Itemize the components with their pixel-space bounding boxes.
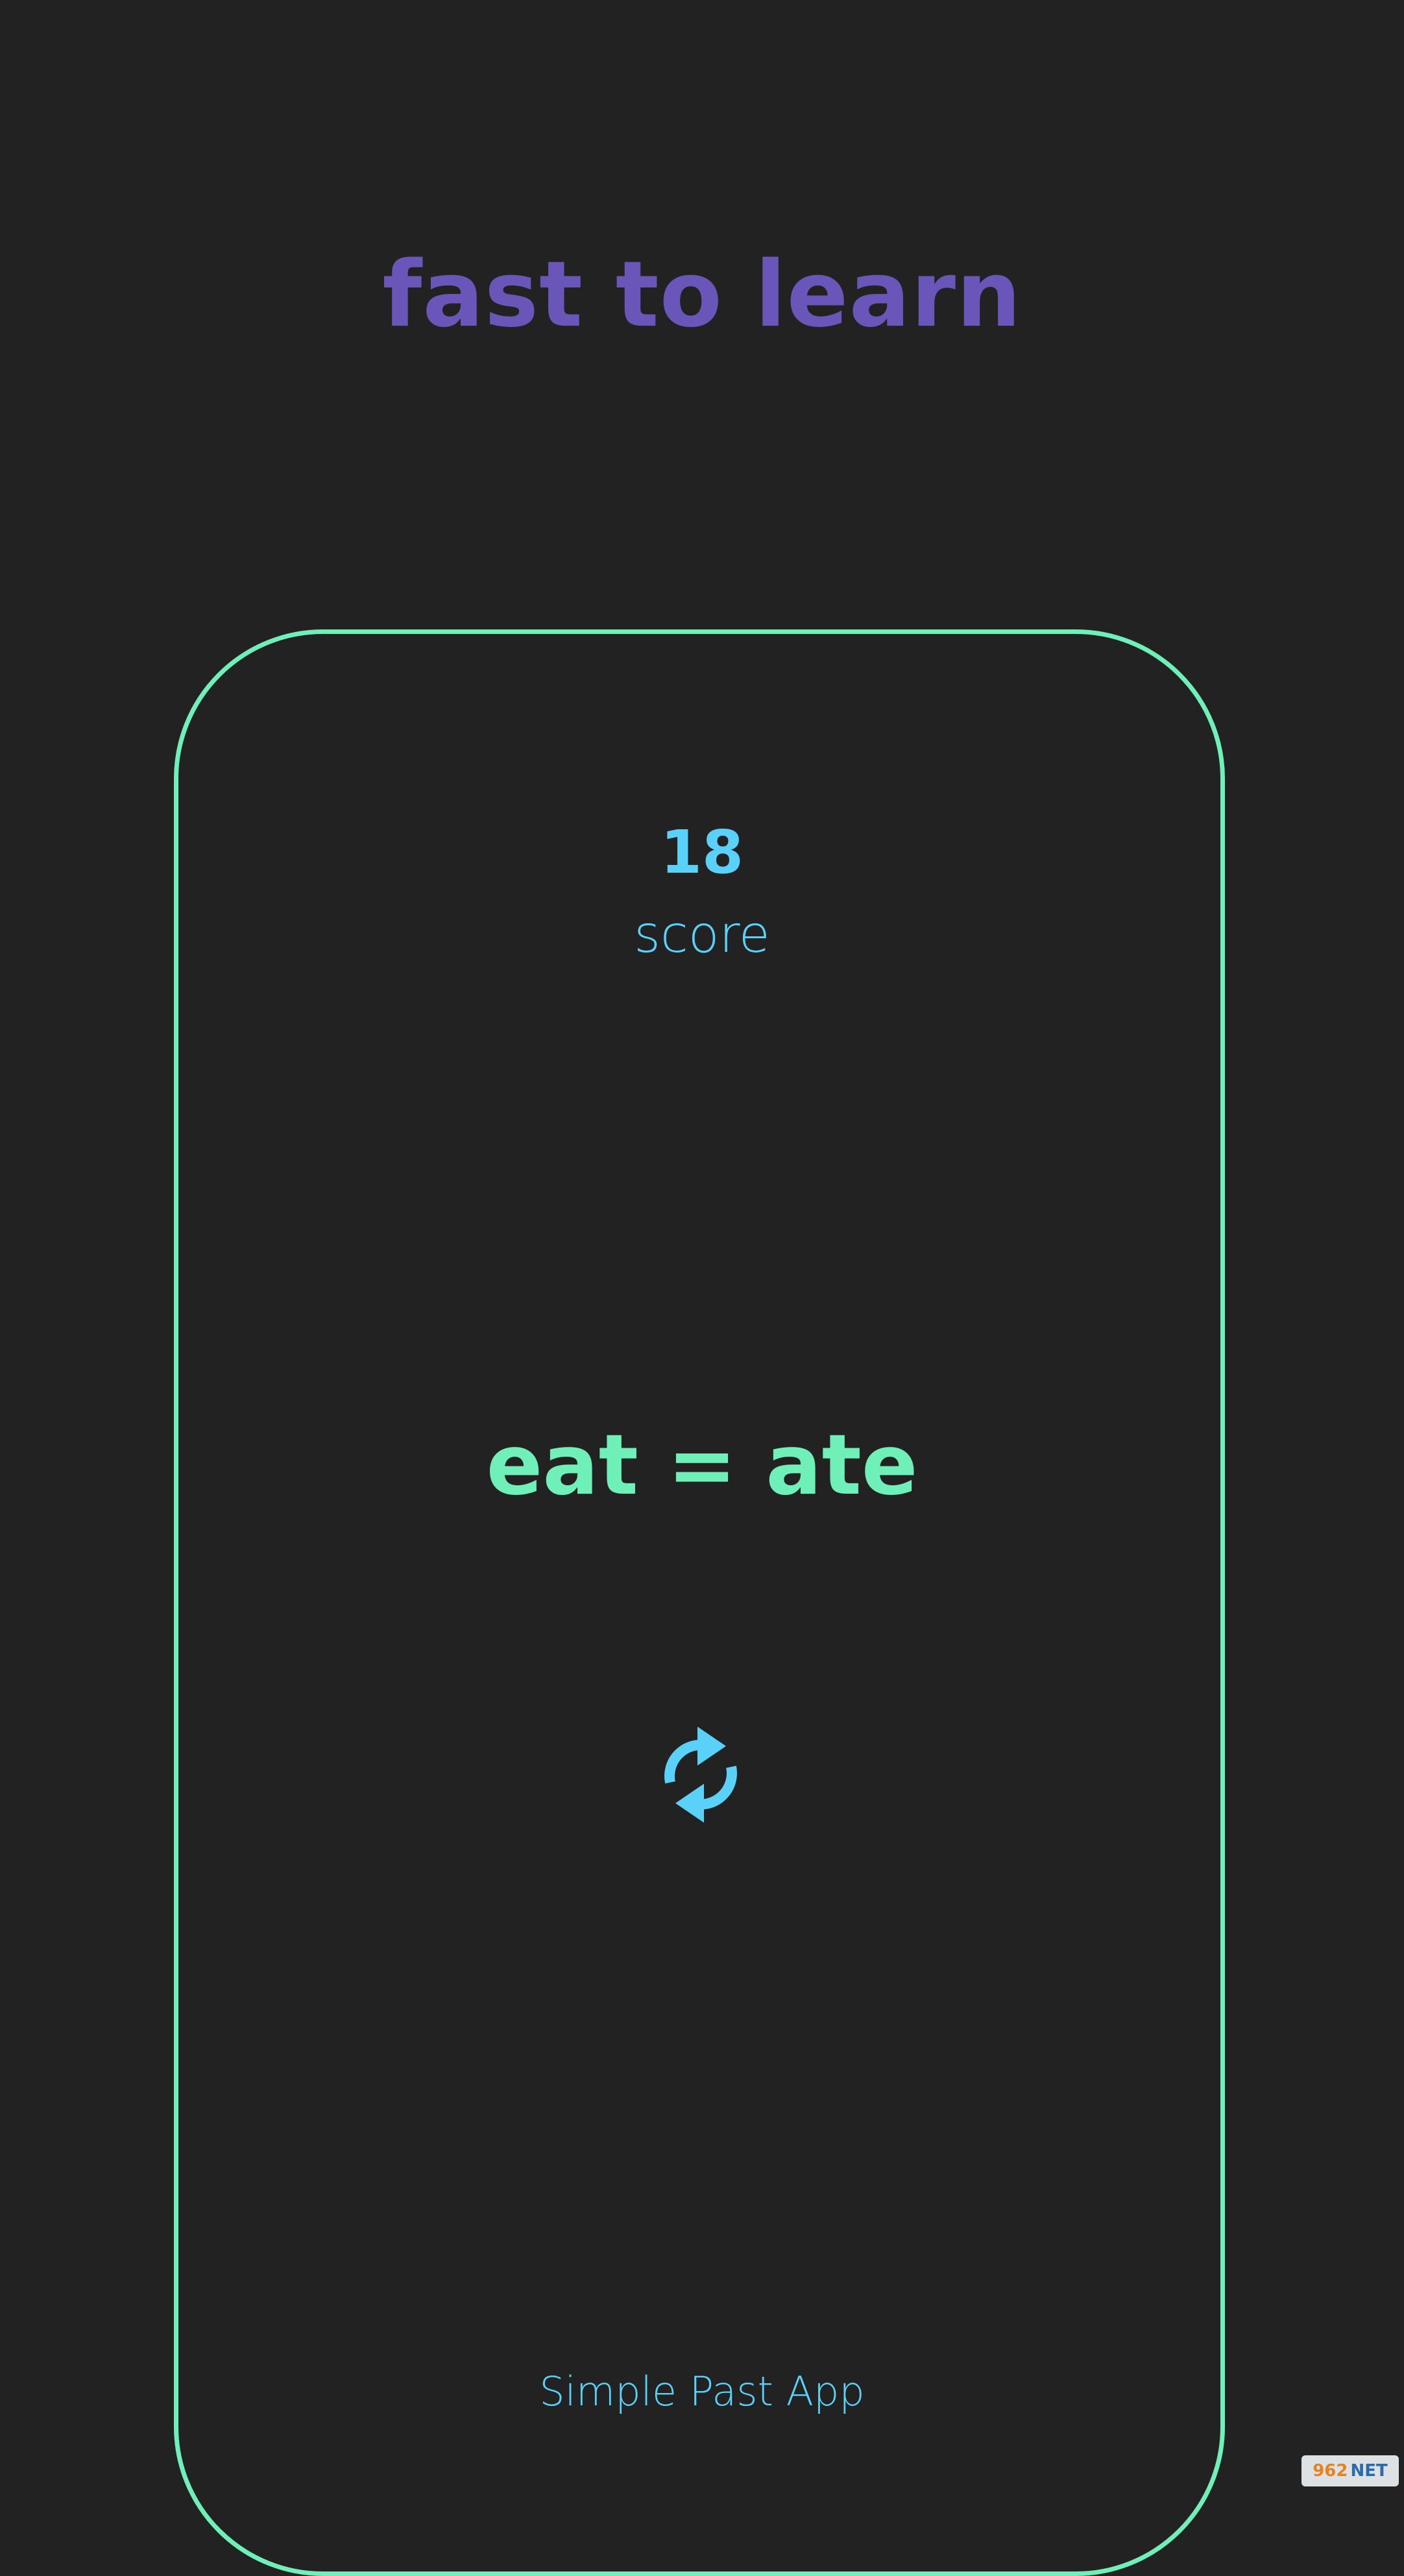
footer-app-name: Simple Past App <box>539 2368 865 2415</box>
refresh-button[interactable] <box>652 1719 749 1830</box>
score-label: score <box>634 906 770 964</box>
watermark-logo: 962 NET <box>1301 2455 1399 2486</box>
score-value: 18 <box>660 818 744 887</box>
app-title: fast to learn <box>382 242 1022 348</box>
watermark-suffix: NET <box>1350 2461 1388 2481</box>
refresh-icon <box>664 1727 737 1823</box>
watermark-number: 962 <box>1313 2461 1348 2481</box>
verb-pair-text[interactable]: eat = ate <box>0 1424 1404 1507</box>
